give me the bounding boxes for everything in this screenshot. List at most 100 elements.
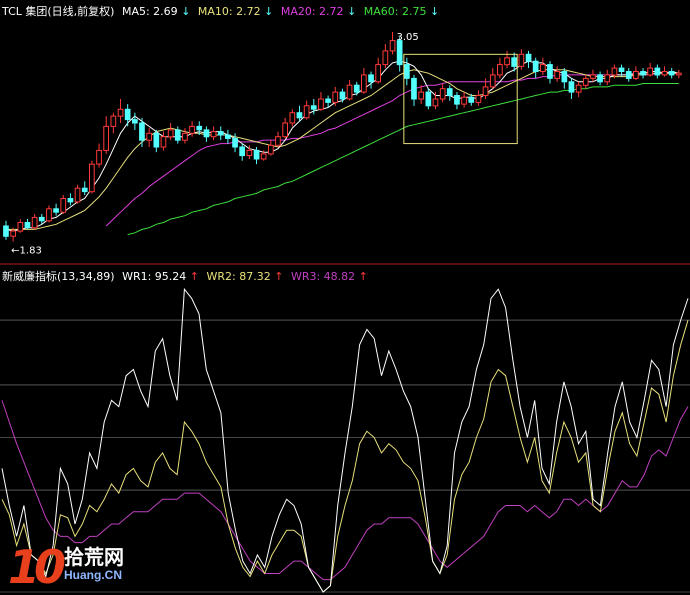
ma20-line bbox=[105, 72, 679, 227]
watermark-url: Huang.CN bbox=[64, 568, 122, 582]
candle-body bbox=[146, 132, 153, 141]
candle-body bbox=[110, 115, 117, 127]
watermark-site-name: 拾荒网 bbox=[64, 545, 124, 569]
candle-body bbox=[10, 230, 16, 237]
indicator-title: 新威廉指标(13,34,89) bbox=[2, 270, 115, 283]
candle-body bbox=[303, 105, 310, 119]
candle-body bbox=[568, 81, 575, 93]
candle-body bbox=[353, 84, 360, 93]
candle-body bbox=[497, 64, 503, 76]
candle-body bbox=[253, 149, 260, 160]
candle-body bbox=[597, 74, 603, 83]
candle-body bbox=[246, 149, 253, 156]
candle-body bbox=[60, 198, 67, 213]
candle-body bbox=[196, 125, 203, 131]
bottom-legend: 新威廉指标(13,34,89) WR1: 95.24 ↑ WR2: 87.32 … bbox=[2, 268, 368, 284]
wr1-label: WR1: 95.24 bbox=[122, 270, 187, 283]
candle-body bbox=[67, 198, 74, 203]
candle-body bbox=[582, 77, 589, 86]
candle-body bbox=[676, 72, 682, 76]
candle-body bbox=[275, 136, 281, 146]
ma10-label: MA10: 2.72 bbox=[197, 5, 261, 18]
candle-body bbox=[167, 129, 174, 138]
candle-body bbox=[439, 88, 446, 100]
candle-body bbox=[561, 71, 568, 83]
candle-body bbox=[432, 98, 439, 107]
stock-title: TCL 集团(日线,前复权) bbox=[2, 5, 115, 18]
candle-body bbox=[668, 71, 675, 76]
candle-body bbox=[182, 132, 188, 141]
wr3-arrow: ↑ bbox=[358, 270, 368, 283]
candle-body bbox=[31, 216, 38, 229]
candle-body bbox=[132, 119, 138, 124]
candle-body bbox=[189, 125, 195, 134]
candle-body bbox=[382, 50, 389, 66]
candle-body bbox=[404, 64, 410, 79]
candle-body bbox=[232, 137, 238, 148]
candle-body bbox=[540, 64, 546, 72]
wr2-label: WR2: 87.32 bbox=[206, 270, 271, 283]
candle-body bbox=[174, 129, 181, 141]
candle-body bbox=[396, 40, 403, 66]
candle-body bbox=[518, 53, 525, 67]
candle-body bbox=[532, 60, 539, 73]
candle-body bbox=[210, 131, 217, 138]
ma20-label: MA20: 2.72 bbox=[280, 5, 344, 18]
candle-body bbox=[260, 153, 267, 160]
candle-body bbox=[124, 108, 131, 121]
candle-body bbox=[389, 40, 396, 52]
candle-body bbox=[346, 84, 353, 100]
candle-body bbox=[654, 67, 661, 76]
candle-body bbox=[339, 91, 346, 100]
candle-body bbox=[661, 71, 668, 76]
ma60-label: MA60: 2.75 bbox=[363, 5, 427, 18]
low-price-label: ←1.83 bbox=[11, 245, 42, 256]
high-price-label: 3.05 bbox=[397, 32, 419, 43]
candle-body bbox=[3, 225, 9, 237]
candle-body bbox=[325, 98, 331, 103]
candle-body bbox=[217, 131, 224, 136]
candle-body bbox=[17, 222, 24, 232]
candle-body bbox=[225, 134, 231, 139]
candle-body bbox=[139, 122, 145, 141]
candle-body bbox=[318, 98, 324, 110]
candle-body bbox=[468, 96, 475, 103]
candle-body bbox=[418, 91, 424, 100]
candle-body bbox=[446, 88, 453, 97]
candle-body bbox=[96, 149, 102, 165]
candle-body bbox=[289, 112, 296, 124]
wr2-arrow: ↑ bbox=[274, 270, 284, 283]
stock-chart-window: 3.05 ←1.83 TCL 集团(日线,前复权) MA5: 2.69 ↓ MA1… bbox=[0, 0, 690, 595]
ma20-arrow: ↓ bbox=[347, 5, 357, 18]
candle-body bbox=[38, 216, 45, 222]
candle-body bbox=[103, 125, 110, 151]
candle-body bbox=[268, 144, 274, 155]
candle-body bbox=[482, 86, 489, 97]
candle-body bbox=[611, 67, 618, 76]
candle-body bbox=[239, 146, 246, 157]
chart-canvas[interactable]: 3.05 ←1.83 bbox=[0, 0, 690, 595]
candle-body bbox=[454, 95, 460, 105]
candle-body bbox=[203, 129, 210, 138]
candle-body bbox=[375, 64, 381, 83]
candle-body bbox=[633, 71, 639, 79]
candle-body bbox=[74, 187, 81, 203]
candle-body bbox=[554, 71, 560, 79]
candle-body bbox=[425, 91, 432, 107]
watermark-logo-number: 10 bbox=[8, 540, 66, 594]
candle-body bbox=[117, 108, 124, 117]
candle-body bbox=[24, 222, 31, 229]
top-legend: TCL 集团(日线,前复权) MA5: 2.69 ↓ MA10: 2.72 ↓ … bbox=[2, 3, 439, 19]
candle-body bbox=[618, 67, 625, 72]
candle-body bbox=[361, 74, 367, 93]
candle-body bbox=[282, 122, 288, 138]
candle-body bbox=[461, 96, 467, 105]
ma5-arrow: ↓ bbox=[181, 5, 191, 18]
candle-body bbox=[640, 71, 646, 76]
ma60-arrow: ↓ bbox=[430, 5, 440, 18]
candle-body bbox=[332, 91, 339, 103]
candle-body bbox=[160, 136, 167, 148]
candle-body bbox=[604, 74, 611, 83]
candle-body bbox=[525, 53, 532, 62]
candle-body bbox=[46, 208, 52, 222]
